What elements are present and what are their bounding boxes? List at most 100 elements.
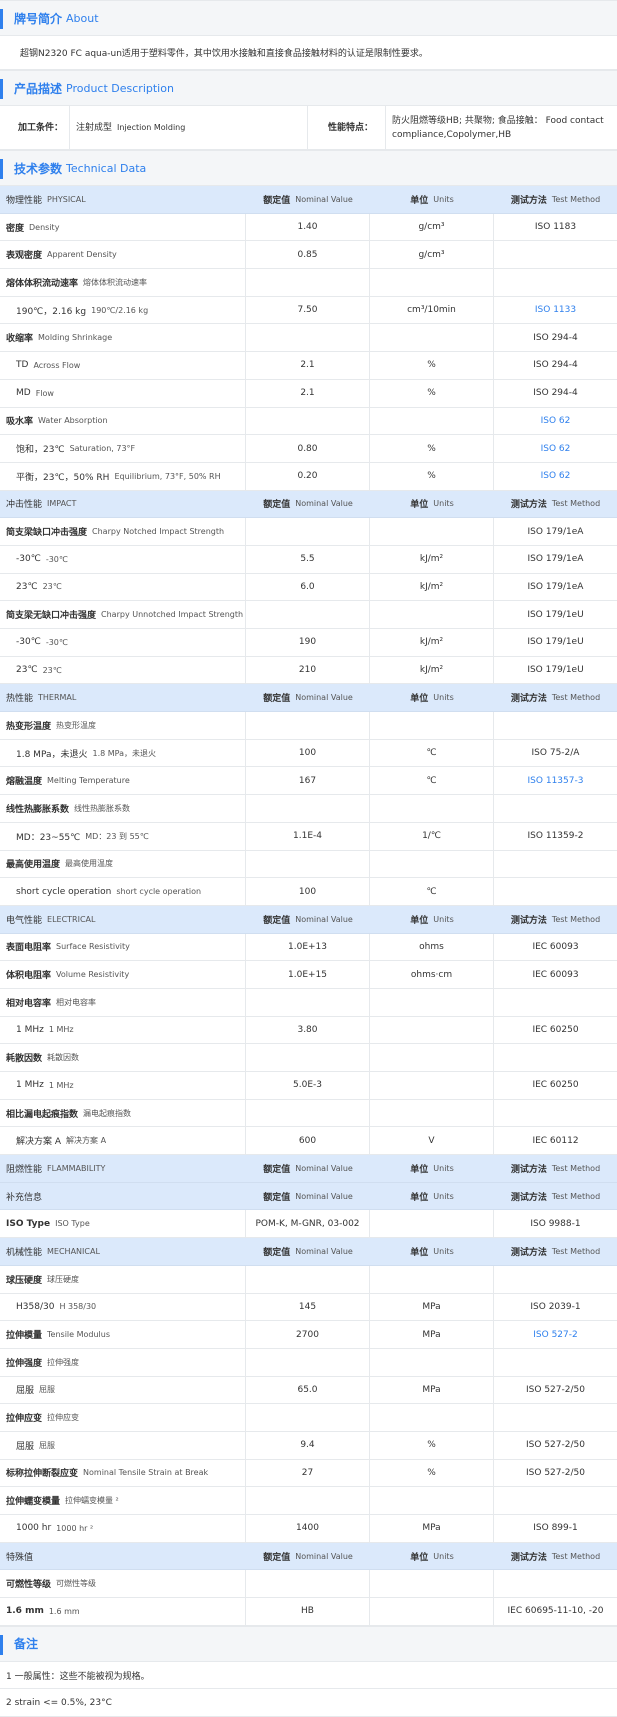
property-cell-en-text: Charpy Unnotched Impact Strength [101, 610, 244, 620]
property-cell-text: ISO Type [6, 1218, 51, 1229]
value-cell-text: 1.40 [297, 222, 318, 233]
value-cell [246, 324, 370, 352]
value-cell-text: 3.80 [297, 1024, 318, 1035]
property-cell-en-text: FLAMMABILITY [47, 1163, 106, 1173]
value-cell: 0.85 [246, 241, 370, 269]
method-cell-text[interactable]: ISO 62 [541, 444, 571, 454]
value-cell-text: 1.0E+13 [288, 941, 327, 952]
value-cell: 9.4 [246, 1431, 370, 1459]
method-cell-text: IEC 60093 [532, 941, 579, 952]
property-cell: 电气性能 ELECTRICAL [0, 906, 246, 933]
method-cell-text[interactable]: ISO 1133 [535, 305, 576, 315]
method-cell-text[interactable]: ISO 11357-3 [528, 776, 584, 786]
method-cell-text: 测试方法 [510, 1247, 547, 1258]
value-cell: 额定值 Nominal Value [246, 491, 370, 518]
property-cell-text: 冲击性能 [6, 500, 43, 511]
unit-cell: g/cm³ [370, 213, 494, 241]
value-cell: 5.0E-3 [246, 1072, 370, 1099]
property-cell: 1.8 MPa，未退火 1.8 MPa，未退火 [0, 739, 246, 767]
table-row: 可燃性等级 可燃性等级 [0, 1570, 617, 1599]
table-row: 解决方案 A 解决方案 A 600 V IEC 60112 [0, 1127, 617, 1156]
property-cell-text: 阻燃性能 [6, 1164, 43, 1175]
property-cell-text: 表面电阻率 [6, 943, 52, 954]
property-cell-en-text: Across Flow [33, 360, 81, 370]
unit-cell-text: cm³/10min [407, 305, 456, 316]
value-cell-en-text: Nominal Value [295, 914, 353, 924]
value-cell: 额定值 Nominal Value [246, 1238, 370, 1265]
property-cell-text: 拉伸应变 [6, 1414, 43, 1425]
value-cell-text: 9.4 [300, 1440, 315, 1451]
value-cell-text: 1.1E-4 [293, 831, 322, 842]
value-cell: 2.1 [246, 379, 370, 407]
value-cell: 100 [246, 739, 370, 767]
unit-cell: MPa [370, 1515, 494, 1542]
method-cell-text: ISO 179/1eA [527, 526, 584, 537]
processing-value-en: Injection Molding [117, 122, 186, 132]
value-cell: 0.80 [246, 435, 370, 462]
unit-cell: 单位 Units [370, 1155, 494, 1182]
property-cell-en-text: 可燃性等级 [56, 1579, 97, 1589]
unit-cell: % [370, 379, 494, 407]
value-cell: 1.1E-4 [246, 822, 370, 850]
method-cell-en-text: Test Method [551, 1163, 601, 1173]
property-cell-text: 电气性能 [6, 915, 43, 926]
property-cell-text: 吸水率 [6, 417, 34, 428]
method-cell [494, 1487, 617, 1514]
value-cell-en-text: Nominal Value [295, 1246, 353, 1256]
value-cell: 额定值 Nominal Value [246, 1155, 370, 1182]
method-cell-text[interactable]: ISO 62 [541, 471, 571, 481]
property-cell-text: 23℃ [16, 581, 38, 592]
property-cell-en-text: Saturation, 73°F [69, 444, 136, 454]
unit-cell-text: % [427, 388, 436, 399]
unit-cell [370, 1044, 494, 1071]
value-cell [246, 795, 370, 822]
method-cell: ISO 75-2/A [494, 740, 617, 767]
property-cell-en-text: PHYSICAL [47, 194, 86, 204]
unit-cell-text: % [427, 1467, 436, 1478]
value-cell: 100 [246, 878, 370, 905]
description-row: 加工条件： 注射成型 Injection Molding 性能特点： 防火阻燃等… [0, 106, 617, 150]
property-cell-text: 耗散因数 [6, 1054, 43, 1065]
brand-section-header: 牌号简介 About [0, 0, 617, 36]
unit-cell-text: ℃ [426, 775, 437, 786]
unit-cell: 1/℃ [370, 822, 494, 850]
method-cell: ISO 179/1eU [494, 601, 617, 628]
value-cell: 1.0E+13 [246, 933, 370, 961]
method-cell: 测试方法 Test Method [494, 684, 617, 711]
method-cell [494, 241, 617, 268]
value-cell-text: 2.1 [300, 388, 315, 399]
value-cell-text: 额定值 [263, 1192, 291, 1203]
method-cell-text[interactable]: ISO 527-2 [533, 1330, 577, 1340]
unit-cell-text: ohms [419, 941, 444, 952]
value-cell-text: 0.85 [297, 249, 318, 260]
unit-cell: cm³/10min [370, 296, 494, 324]
property-cell-en-text: 23℃ [42, 665, 62, 675]
unit-cell: kJ/m² [370, 573, 494, 601]
method-cell-text[interactable]: ISO 62 [541, 416, 571, 426]
unit-cell-en-text: Units [433, 1163, 454, 1173]
method-cell: ISO 899-1 [494, 1515, 617, 1542]
property-cell-text: 屈服 [16, 1386, 35, 1397]
table-row: 拉伸蠕变模量 拉伸蠕变模量 ² [0, 1487, 617, 1515]
table-group-header: 电气性能 ELECTRICAL 额定值 Nominal Value 单位 Units 测试方… [0, 905, 617, 934]
property-cell-text: 屈服 [16, 1441, 35, 1452]
property-cell-text: 简支梁无缺口冲击强度 [6, 611, 97, 622]
unit-cell: kJ/m² [370, 656, 494, 684]
unit-cell: MPa [370, 1376, 494, 1404]
notes-list: 1 一般属性：这些不能被视为规格。 2 strain <= 0.5%, 23°C [0, 1662, 617, 1717]
table-row: -30℃ -30℃ 190 kJ/m² ISO 179/1eU [0, 629, 617, 657]
table-row: MD Flow 2.1% ISO 294-4 [0, 379, 617, 408]
property-cell: 线性热膨胀系数 线性热膨胀系数 [0, 795, 246, 822]
value-cell-en-text: Nominal Value [295, 194, 353, 204]
method-cell-en-text: Test Method [551, 194, 601, 204]
property-cell: 饱和，23℃ Saturation, 73°F [0, 435, 246, 462]
unit-cell: 单位 Units [370, 906, 494, 933]
section-accent-bar [0, 9, 3, 29]
unit-cell-en-text: Units [433, 499, 454, 509]
property-cell: 拉伸强度 拉伸强度 [0, 1348, 246, 1376]
value-cell: 145 [246, 1293, 370, 1321]
value-cell: 167 [246, 767, 370, 795]
property-cell-en-text: 耗散因数 [47, 1053, 80, 1063]
method-cell [494, 878, 617, 905]
table-row: 1 MHz 1 MHz 5.0E-3 IEC 60250 [0, 1072, 617, 1100]
